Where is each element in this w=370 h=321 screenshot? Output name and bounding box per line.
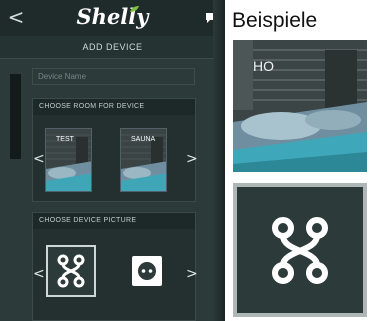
power-socket-icon	[138, 262, 156, 280]
picture-next-arrow[interactable]: >	[186, 266, 198, 282]
room-section-title: CHOOSE ROOM FOR DEVICE	[33, 99, 195, 115]
node-graph-icon	[272, 217, 328, 284]
room-next-arrow[interactable]: >	[186, 151, 198, 167]
phone-screen: < Shelly ADD DEVICE CHOOSE ROOM FOR DEVI…	[0, 0, 225, 321]
room-option-sauna[interactable]: SAUNA	[120, 128, 167, 192]
node-graph-icon	[57, 254, 85, 288]
picture-prev-arrow[interactable]: <	[33, 266, 45, 282]
side-drawer-edge	[10, 74, 21, 159]
room-label-sauna: SAUNA	[131, 136, 156, 143]
device-name-input[interactable]	[32, 68, 195, 85]
leaf-icon	[130, 6, 139, 12]
example-icon-box	[233, 183, 367, 317]
room-label-test: TEST	[56, 136, 74, 143]
page-title: ADD DEVICE	[0, 36, 225, 59]
picture-option-socket[interactable]	[132, 256, 162, 286]
room-option-test[interactable]: TEST	[45, 128, 92, 192]
panel-edge-shadow	[213, 0, 225, 321]
example-photo-label: HO	[253, 58, 274, 74]
shelly-logo: Shelly	[76, 4, 149, 29]
example-room-photo: HO	[233, 40, 367, 172]
examples-heading: Beispiele	[232, 9, 318, 32]
top-bar: < Shelly	[0, 0, 225, 36]
picture-section-title: CHOOSE DEVICE PICTURE	[33, 213, 195, 229]
room-prev-arrow[interactable]: <	[33, 151, 45, 167]
picture-option-node[interactable]	[46, 245, 96, 297]
